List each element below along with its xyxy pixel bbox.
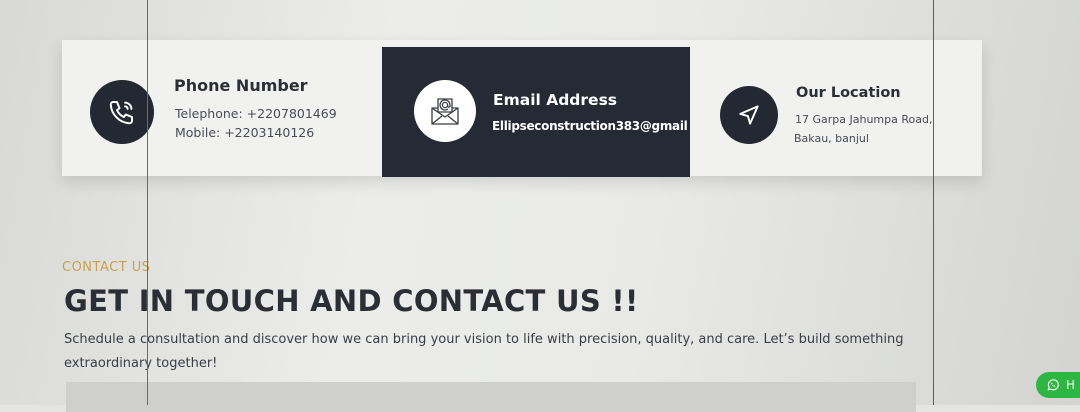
whatsapp-button[interactable]: H (1036, 372, 1080, 398)
guide-line-green (147, 0, 148, 405)
location-address-line2: Bakau, banjul (794, 132, 869, 145)
phone-icon (109, 101, 133, 125)
phone-mobile-line: Mobile: +2203140126 (175, 125, 315, 140)
email-card-title: Email Address (493, 91, 618, 109)
navigation-arrow-icon (739, 105, 759, 125)
email-address-clip: Ellipseconstruction383@gmail.co (492, 119, 688, 133)
envelope-icon (431, 98, 459, 125)
section-headline: GET IN TOUCH AND CONTACT US !! (64, 284, 639, 318)
whatsapp-label: H (1066, 378, 1076, 392)
phone-icon-circle (90, 80, 154, 144)
location-address-line1: 17 Garpa Jahumpa Road, (795, 113, 933, 126)
contact-form-area (66, 382, 916, 412)
section-eyebrow: CONTACT US (62, 260, 151, 275)
guide-line-dark (933, 0, 934, 405)
location-card-title: Our Location (796, 85, 901, 101)
whatsapp-icon (1047, 379, 1059, 391)
phone-card-title: Phone Number (174, 76, 308, 95)
section-description: Schedule a consultation and discover how… (64, 332, 904, 371)
phone-telephone-line: Telephone: +2207801469 (175, 106, 337, 121)
navigation-icon-circle (720, 86, 778, 144)
envelope-icon-circle (414, 80, 476, 142)
email-address-link[interactable]: Ellipseconstruction383@gmail.co (492, 119, 688, 133)
